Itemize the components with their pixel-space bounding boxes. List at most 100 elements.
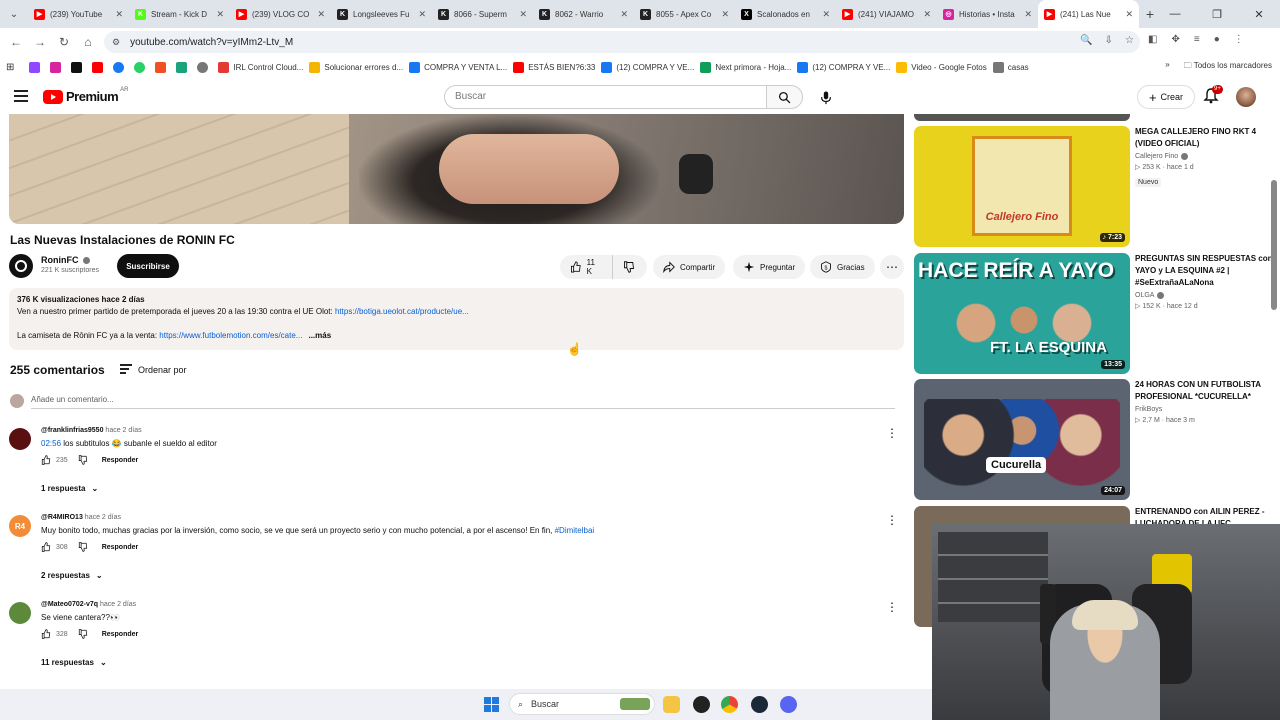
back-icon[interactable]: ← <box>4 35 28 49</box>
x-bookmark-icon[interactable] <box>71 61 83 73</box>
browser-tab[interactable]: K 8066 - Superm ✕ <box>432 0 533 28</box>
instagram-bookmark-icon[interactable] <box>50 61 62 73</box>
recommended-channel-name[interactable]: FrikBoys <box>1135 406 1162 413</box>
globe-bookmark-icon[interactable] <box>197 61 209 73</box>
bookmark-item[interactable]: (12) COMPRA Y VE... <box>797 61 890 73</box>
browser-tab[interactable]: K 8062 - Warrio ✕ <box>533 0 634 28</box>
discord-icon[interactable] <box>780 696 797 713</box>
sort-comments-button[interactable]: Ordenar por <box>120 364 187 376</box>
youtube-bookmark-icon[interactable] <box>92 61 104 73</box>
recommended-video-title[interactable]: MEGA CALLEJERO FINO RKT 4 (VIDEO OFICIAL… <box>1135 126 1275 150</box>
close-tab-icon[interactable]: ✕ <box>620 9 628 20</box>
bookmark-item[interactable]: COMPRA Y VENTA L... <box>409 61 507 73</box>
add-comment-input[interactable]: Añade un comentario... <box>31 395 895 409</box>
view-replies-button[interactable]: 11 respuestas ⌄ <box>41 658 107 667</box>
like-button[interactable]: 11 K <box>560 255 612 279</box>
bookmark-item[interactable]: IRL Control Cloud... <box>218 61 303 73</box>
windows-start-icon[interactable] <box>484 697 499 712</box>
view-replies-button[interactable]: 2 respuestas ⌄ <box>41 571 103 580</box>
channel-name-row[interactable]: RoninFC <box>41 255 90 265</box>
home-icon[interactable]: ⌂ <box>76 35 100 49</box>
show-more-link[interactable]: ...más <box>308 331 331 340</box>
bookmark-item[interactable]: ESTÁS BIEN?6:33 <box>513 61 595 73</box>
close-tab-icon[interactable]: ✕ <box>317 9 325 20</box>
description-link-2[interactable]: https://www.futbolemotion.com/es/cate... <box>159 331 302 340</box>
chat-bookmark-icon[interactable] <box>176 61 188 73</box>
comment-dislike-icon[interactable] <box>78 542 88 552</box>
ask-button[interactable]: Preguntar <box>733 255 806 279</box>
youtube-premium-logo[interactable]: Premium AR <box>43 87 128 104</box>
close-tab-icon[interactable]: ✕ <box>1125 9 1133 20</box>
menu-icon[interactable] <box>14 90 28 102</box>
restore-icon[interactable]: ❐ <box>1196 0 1238 28</box>
whatsapp-bookmark-icon[interactable] <box>134 61 146 73</box>
reply-button[interactable]: Responder <box>102 631 139 638</box>
reply-button[interactable]: Responder <box>102 457 139 464</box>
bookmark-star-icon[interactable]: ☆ <box>1125 35 1134 46</box>
bookmark-item[interactable]: Next primora - Hoja... <box>700 61 791 73</box>
browser-tab[interactable]: ▶ (241) Las Nue ✕ <box>1038 0 1139 28</box>
close-tab-icon[interactable]: ✕ <box>822 9 830 20</box>
description-link-1[interactable]: https://botiga.ueolot.cat/producte/ue... <box>335 307 469 316</box>
video-player[interactable] <box>9 114 904 224</box>
comment-date[interactable]: hace 2 días <box>100 601 136 608</box>
dislike-button[interactable] <box>612 255 647 279</box>
share-button[interactable]: Compartir <box>653 255 726 279</box>
tab-search-icon[interactable]: ⌄ <box>0 0 28 28</box>
close-tab-icon[interactable]: ✕ <box>115 9 123 20</box>
extension-icon[interactable]: ◧ <box>1148 34 1157 45</box>
comment-options-icon[interactable]: ⋮ <box>886 514 898 526</box>
more-actions-button[interactable]: ⋯ <box>880 255 904 279</box>
address-bar[interactable]: ⚙ youtube.com/watch?v=yIMm2-Ltv_M 🔍 ⇩ ☆ <box>104 31 1140 53</box>
reply-button[interactable]: Responder <box>102 544 139 551</box>
close-tab-icon[interactable]: ✕ <box>1024 9 1032 20</box>
browser-tab[interactable]: K Longsleeves Fu ✕ <box>331 0 432 28</box>
video-thumbnail[interactable]: Callejero Fino ♪ 7:23 <box>914 126 1130 247</box>
view-replies-button[interactable]: 1 respuesta ⌄ <box>41 484 98 493</box>
taskbar-search-input[interactable]: ⌕ Buscar <box>509 693 655 715</box>
office-bookmark-icon[interactable] <box>155 61 167 73</box>
thanks-button[interactable]: $ Gracias <box>810 255 875 279</box>
comment-like-icon[interactable] <box>41 542 51 552</box>
comment-author-avatar[interactable]: R4 <box>9 515 31 537</box>
file-explorer-icon[interactable] <box>663 696 680 713</box>
close-tab-icon[interactable]: ✕ <box>923 9 931 20</box>
recommended-video-info[interactable]: PREGUNTAS SIN RESPUESTAS con YAYO y LA E… <box>1135 253 1275 310</box>
create-button[interactable]: + Crear <box>1137 85 1195 109</box>
comment-author[interactable]: @franklinfrias9550 <box>41 427 103 434</box>
comment-options-icon[interactable]: ⋮ <box>886 601 898 613</box>
comment-date[interactable]: hace 2 días <box>85 514 121 521</box>
comment-timestamp-link[interactable]: 02:56 <box>41 439 61 448</box>
video-description[interactable]: 376 K visualizaciones hace 2 días Ven a … <box>9 288 904 350</box>
search-input[interactable]: Buscar <box>444 85 767 109</box>
video-thumbnail[interactable]: HACE REÍR A YAYO FT. LA ESQUINA 13:35 <box>914 253 1130 374</box>
install-icon[interactable]: ⇩ <box>1105 35 1113 46</box>
comment-like-icon[interactable] <box>41 629 51 639</box>
bookmark-item[interactable]: casas <box>992 61 1029 73</box>
site-info-icon[interactable]: ⚙ <box>112 37 120 48</box>
recommended-channel-name[interactable]: OLGA <box>1135 292 1154 299</box>
comment-author-avatar[interactable] <box>9 602 31 624</box>
close-window-icon[interactable]: ✕ <box>1238 0 1280 28</box>
comment-like-icon[interactable] <box>41 455 51 465</box>
bookmark-item[interactable]: Solucionar errores d... <box>309 61 403 73</box>
comment-author-avatar[interactable] <box>9 428 31 450</box>
browser-tab[interactable]: ▶ (239) VLOG CO ✕ <box>230 0 331 28</box>
bookmark-item[interactable]: Video - Google Fotos <box>896 61 987 73</box>
close-tab-icon[interactable]: ✕ <box>418 9 426 20</box>
puzzle-icon[interactable]: ✥ <box>1171 34 1179 45</box>
zoom-icon[interactable]: 🔍 <box>1080 35 1092 46</box>
account-avatar[interactable] <box>1236 87 1256 107</box>
reload-icon[interactable]: ↻ <box>52 35 76 49</box>
browser-tab[interactable]: ▶ (241) VIAJAMO ✕ <box>836 0 937 28</box>
close-tab-icon[interactable]: ✕ <box>216 9 224 20</box>
all-bookmarks-folder[interactable]: 🗀 Todos los marcadores <box>1184 60 1272 74</box>
video-thumbnail[interactable]: Cucurella 24:07 <box>914 379 1130 500</box>
browser-tab[interactable]: ▶ (239) YouTube ✕ <box>28 0 129 28</box>
comment-author[interactable]: @Mateo0702-v7q <box>41 601 98 608</box>
twitch-bookmark-icon[interactable] <box>29 61 41 73</box>
more-bookmarks-icon[interactable]: » <box>1165 60 1169 74</box>
browser-tab[interactable]: K Stream - Kick D ✕ <box>129 0 230 28</box>
browser-tab[interactable]: X Scalonados en ✕ <box>735 0 836 28</box>
steam-icon[interactable] <box>751 696 768 713</box>
